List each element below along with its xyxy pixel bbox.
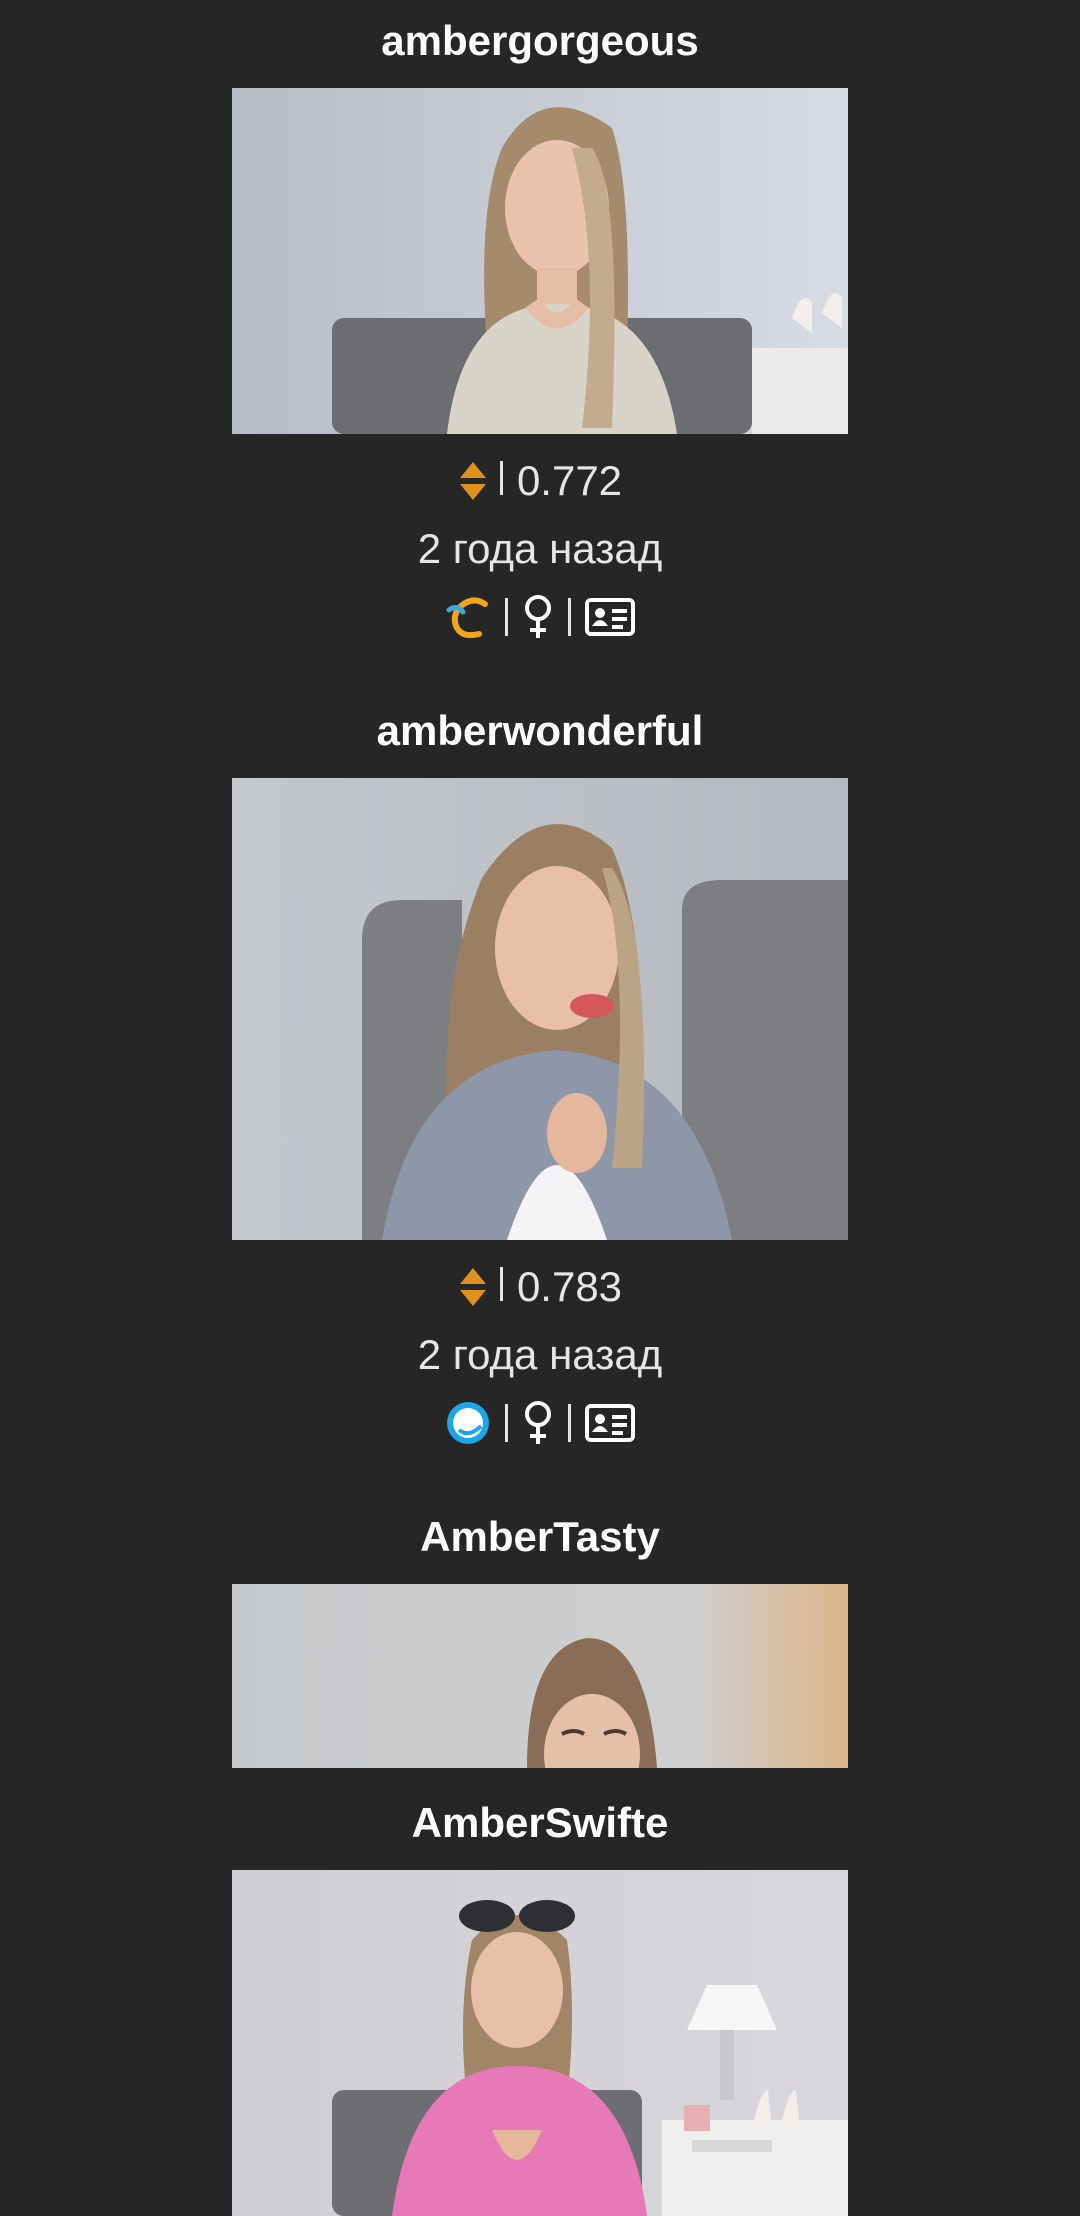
- rating-row: 0.772: [0, 454, 1080, 508]
- rating-value: 0.783: [516, 1263, 623, 1310]
- model-icons-row: [0, 1396, 1080, 1450]
- female-symbol-icon: [522, 594, 554, 640]
- separator: [505, 598, 508, 636]
- model-icons-row: [0, 590, 1080, 644]
- separator: [568, 1404, 571, 1442]
- time-ago: 2 года назад: [417, 1331, 663, 1378]
- model-thumbnail[interactable]: [232, 778, 848, 1240]
- model-thumbnail[interactable]: [232, 1870, 848, 2216]
- model-name[interactable]: amberwonderful: [0, 706, 1080, 756]
- separator: [568, 598, 571, 636]
- separator: [499, 461, 503, 495]
- id-card-icon[interactable]: [585, 1404, 635, 1442]
- rating-value: 0.772: [516, 457, 623, 504]
- chaturbate-logo-icon[interactable]: [445, 596, 491, 638]
- separator: [499, 1267, 503, 1301]
- sort-arrows-icon: [458, 1266, 488, 1308]
- time-ago: 2 года назад: [417, 525, 663, 572]
- separator: [505, 1404, 508, 1442]
- model-name[interactable]: ambergorgeous: [0, 16, 1080, 66]
- id-card-icon[interactable]: [585, 598, 635, 636]
- female-symbol-icon: [522, 1400, 554, 1446]
- model-thumbnail[interactable]: [232, 1584, 848, 1768]
- model-name[interactable]: AmberSwifte: [0, 1798, 1080, 1848]
- bubble-logo-icon[interactable]: [445, 1400, 491, 1446]
- sort-arrows-icon: [458, 460, 488, 502]
- model-name[interactable]: AmberTasty: [0, 1512, 1080, 1562]
- rating-row: 0.783: [0, 1260, 1080, 1314]
- model-thumbnail[interactable]: [232, 88, 848, 434]
